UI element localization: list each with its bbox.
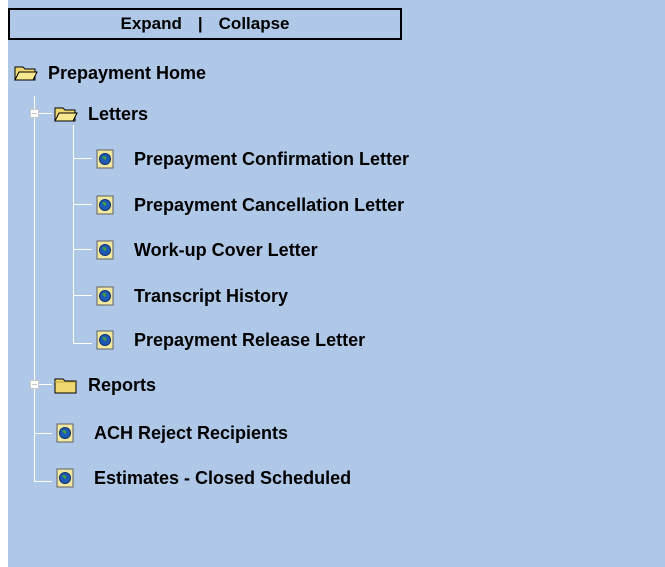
document-globe-icon xyxy=(56,423,74,443)
tree-item-work-up-cover-letter[interactable]: Work-up Cover Letter xyxy=(96,237,318,263)
tree-node-label: Letters xyxy=(88,103,149,124)
tree-node-prepayment-home[interactable]: Prepayment Home xyxy=(14,60,206,86)
tree-item-prepayment-confirmation-letter[interactable]: Prepayment Confirmation Letter xyxy=(96,146,409,172)
folder-open-icon xyxy=(54,107,78,122)
tree-node-label: Prepayment Home xyxy=(48,62,207,83)
tree-item-label: Prepayment Confirmation Letter xyxy=(134,148,410,169)
document-globe-icon xyxy=(96,149,114,169)
document-globe-icon xyxy=(96,286,114,306)
tree-item-estimates-closed-scheduled[interactable]: Estimates - Closed Scheduled xyxy=(56,465,351,491)
tree-node-letters[interactable]: Letters xyxy=(54,101,148,127)
tree-item-label: Work-up Cover Letter xyxy=(134,239,318,260)
tree-item-label: Prepayment Cancellation Letter xyxy=(134,194,405,215)
tree-item-ach-reject-recipients[interactable]: ACH Reject Recipients xyxy=(56,420,288,446)
document-globe-icon xyxy=(56,468,74,488)
tree-item-label: Estimates - Closed Scheduled xyxy=(94,467,352,488)
tree-item-prepayment-release-letter[interactable]: Prepayment Release Letter xyxy=(96,327,365,353)
tree-item-transcript-history[interactable]: Transcript History xyxy=(96,283,288,309)
tree-item-label: Transcript History xyxy=(134,285,289,306)
letters-toggle[interactable] xyxy=(30,109,39,118)
tree-item-label: ACH Reject Recipients xyxy=(94,422,289,443)
tree-node-label: Reports xyxy=(88,374,157,395)
document-globe-icon xyxy=(96,195,114,215)
tree-node-reports[interactable]: Reports xyxy=(54,372,156,398)
document-globe-icon xyxy=(96,330,114,350)
folder-closed-icon xyxy=(54,378,77,394)
tree-item-prepayment-cancellation-letter[interactable]: Prepayment Cancellation Letter xyxy=(96,192,404,218)
document-globe-icon xyxy=(96,240,114,260)
tree-item-label: Prepayment Release Letter xyxy=(134,329,366,350)
folder-open-icon xyxy=(14,66,38,81)
reports-toggle[interactable] xyxy=(30,380,39,389)
